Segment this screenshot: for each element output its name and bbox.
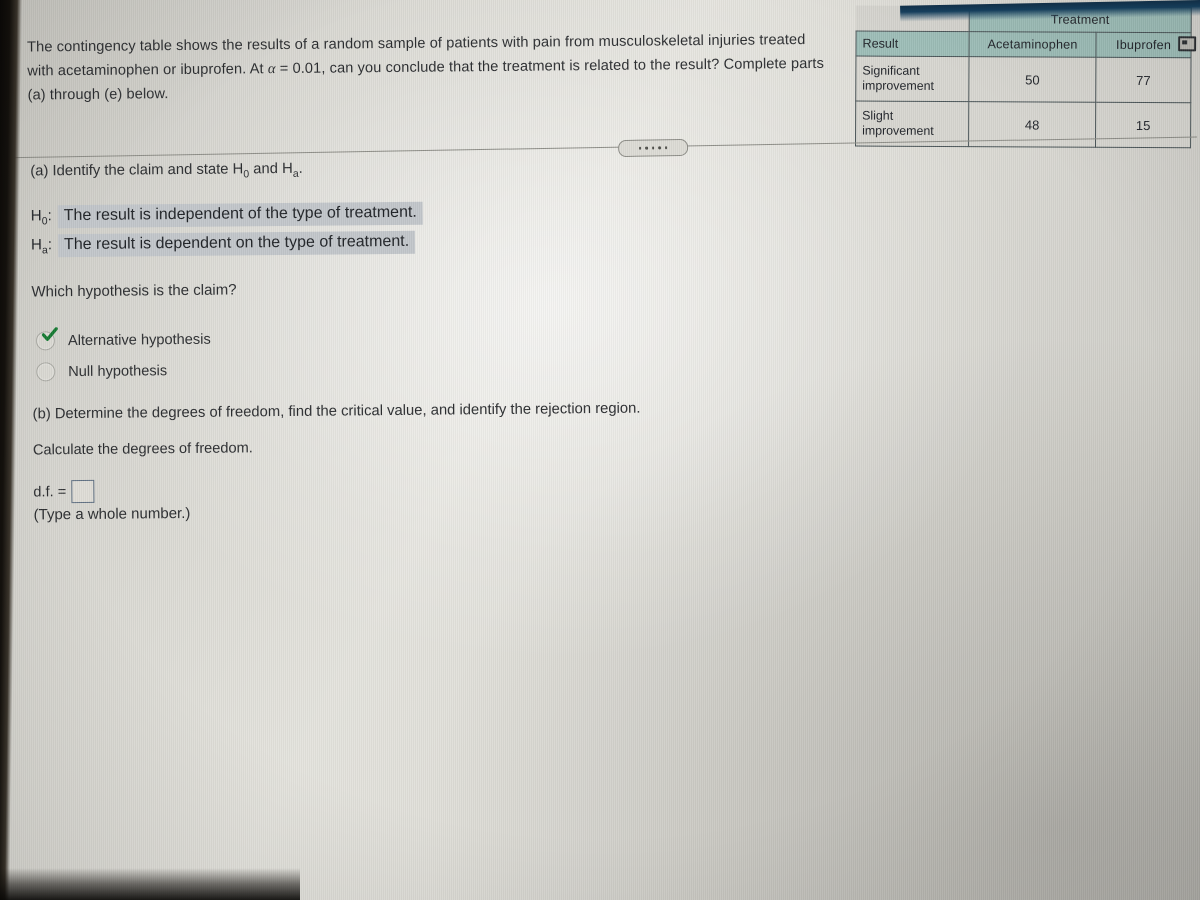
contingency-table-wrapper: Treatment Result Acetaminophen Ibuprofen… [855,5,1192,149]
table-cell-significant-acetaminophen: 50 [968,56,1096,103]
worksheet-page: The contingency table shows the results … [0,0,1200,900]
null-hypothesis-label: H0: [31,207,58,227]
contingency-table: Treatment Result Acetaminophen Ibuprofen… [855,5,1192,149]
table-cell-slight-ibuprofen: 15 [1095,102,1191,148]
table-header-acetaminophen: Acetaminophen [968,31,1097,58]
drag-dot-icon [664,146,668,150]
hypotheses-block: H0: The result is independent of the typ… [31,201,424,264]
photographed-screen: The contingency table shows the results … [0,0,1200,900]
drag-dot-icon [645,146,648,150]
row-label-line2: improvement [862,78,934,93]
drag-dot-icon [638,146,642,150]
table-header-ibuprofen: Ibuprofen [1095,32,1192,58]
alternative-hypothesis-statement: The result is dependent on the type of t… [57,230,416,258]
table-row-label-slight-improvement: Slight improvement [855,101,969,147]
table-cell-significant-ibuprofen: 77 [1095,57,1191,103]
radio-option-alternative-hypothesis[interactable]: Alternative hypothesis [35,327,211,351]
calculate-df-instruction: Calculate the degrees of freedom. [32,440,253,459]
alternative-hypothesis-row: Ha: The result is dependent on the type … [31,230,423,264]
row-label-line1: Slight [862,108,894,123]
popout-icon[interactable] [1178,36,1197,52]
radio-empty-icon[interactable] [36,362,56,382]
radio-empty-icon[interactable] [35,327,58,351]
ha-letter: H [30,236,43,254]
drag-dot-icon [658,146,661,150]
df-input-row: d.f. = [33,479,95,504]
question-intro-text: The contingency table shows the results … [27,28,833,108]
table-header-row: Result Acetaminophen Ibuprofen [855,31,1192,58]
null-hypothesis-row: H0: The result is independent of the typ… [31,201,423,235]
part-a-prompt-suffix: . [298,160,303,177]
df-input-field[interactable] [71,479,95,504]
table-row-label-significant-improvement: Significant improvement [855,56,969,102]
radio-option-null-hypothesis[interactable]: Null hypothesis [36,361,168,382]
df-label: d.f. = [33,483,67,500]
radio-label-alternative-hypothesis: Alternative hypothesis [67,331,211,349]
section-divider [0,136,1198,159]
which-hypothesis-question: Which hypothesis is the claim? [31,281,237,301]
part-a-prompt-mid: and H [249,160,293,178]
drag-dot-icon [651,146,655,150]
green-check-icon [41,327,58,341]
null-hypothesis-statement: The result is independent of the type of… [57,201,423,229]
h0-colon: : [47,207,52,225]
alternative-hypothesis-label: Ha: [31,236,58,256]
table-row: Significant improvement 50 77 [855,56,1191,103]
divider-drag-handle[interactable] [617,138,689,158]
radio-label-null-hypothesis: Null hypothesis [68,362,168,380]
row-label-line2: improvement [862,123,934,138]
part-a-prompt: (a) Identify the claim and state H0 and … [30,161,303,183]
part-a-prompt-prefix: (a) Identify the claim and state H [30,161,244,180]
part-b-prompt: (b) Determine the degrees of freedom, fi… [32,400,641,423]
monitor-bottom-bezel [0,868,300,900]
ha-colon: : [47,236,53,254]
row-label-line1: Significant [862,63,920,78]
table-header-result: Result [855,31,970,57]
h0-letter: H [30,207,42,225]
type-whole-number-note: (Type a whole number.) [33,504,191,524]
